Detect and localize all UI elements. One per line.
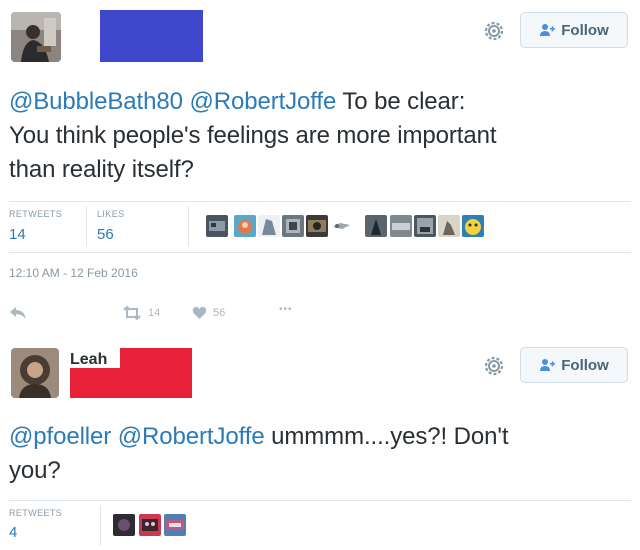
tweet-text-line: you?: [9, 457, 61, 484]
divider: [9, 252, 631, 253]
reply-icon: [10, 307, 26, 319]
mention-link[interactable]: @RobertJoffe: [118, 423, 265, 450]
liker-avatar[interactable]: [365, 215, 387, 237]
more-icon: •••: [279, 304, 293, 315]
likes-label: LIKES: [97, 209, 125, 219]
follow-button[interactable]: Follow: [520, 12, 628, 48]
redacted-name-block: [120, 348, 192, 368]
follow-person-icon: [540, 24, 556, 36]
follow-label: Follow: [561, 21, 609, 39]
mention-link[interactable]: @pfoeller: [9, 423, 111, 450]
tweet-text-line: You think people's feelings are more imp…: [9, 122, 497, 149]
liker-avatar[interactable]: [330, 215, 352, 237]
heart-icon: [192, 306, 207, 319]
gear-icon[interactable]: [481, 18, 507, 44]
likes-count[interactable]: 56: [97, 226, 114, 243]
avatar[interactable]: [11, 348, 59, 398]
retweet-count: 14: [148, 307, 161, 319]
liker-avatar[interactable]: [438, 215, 460, 237]
retweets-label: RETWEETS: [9, 508, 63, 518]
retweet-icon: [123, 306, 141, 320]
liker-avatar[interactable]: [414, 215, 436, 237]
liker-avatar[interactable]: [462, 215, 484, 237]
liker-avatar[interactable]: [139, 514, 161, 536]
tweet-text-part: To be clear:: [342, 88, 466, 115]
divider: [9, 201, 631, 202]
user-name[interactable]: Leah: [70, 351, 107, 369]
divider: [9, 500, 631, 501]
retweets-label: RETWEETS: [9, 209, 63, 219]
retweets-count[interactable]: 4: [9, 524, 17, 541]
stat-separator: [100, 506, 101, 546]
follow-label: Follow: [561, 356, 609, 374]
redacted-name-block: [100, 10, 203, 62]
retweets-count[interactable]: 14: [9, 226, 26, 243]
reply-action[interactable]: [9, 306, 27, 320]
redacted-handle-block: [70, 368, 192, 398]
liker-avatar[interactable]: [258, 215, 280, 237]
mention-link[interactable]: @BubbleBath80: [9, 88, 183, 115]
liker-avatar[interactable]: [113, 514, 135, 536]
like-count: 56: [213, 307, 226, 319]
tweet-text-part: ummmm....yes?! Don't: [271, 423, 509, 450]
liker-avatar[interactable]: [282, 215, 304, 237]
tweet-text: @pfoeller @RobertJoffe ummmm....yes?! Do…: [9, 420, 509, 488]
liker-avatar[interactable]: [234, 215, 256, 237]
timestamp[interactable]: 12:10 AM - 12 Feb 2016: [9, 266, 138, 280]
mention-link[interactable]: @RobertJoffe: [189, 88, 336, 115]
liker-avatar[interactable]: [306, 215, 328, 237]
avatar[interactable]: [11, 12, 61, 62]
more-action[interactable]: •••: [279, 304, 293, 315]
retweet-action[interactable]: 14: [122, 306, 160, 320]
tweet-text-line: than reality itself?: [9, 156, 194, 183]
tweet-1: Follow @BubbleBath80 @RobertJoffe To be …: [0, 0, 640, 336]
stat-separator: [86, 206, 87, 246]
liker-avatar[interactable]: [206, 215, 228, 237]
follow-person-icon: [540, 359, 556, 371]
follow-button[interactable]: Follow: [520, 347, 628, 383]
liker-avatar[interactable]: [390, 215, 412, 237]
like-action[interactable]: 56: [192, 306, 225, 320]
tweet-text: @BubbleBath80 @RobertJoffe To be clear: …: [9, 85, 496, 187]
tweet-2: Leah Follow @pfoeller @RobertJoffe ummmm…: [0, 336, 640, 550]
stat-separator: [188, 206, 189, 246]
gear-icon[interactable]: [481, 353, 507, 379]
liker-avatar[interactable]: [164, 514, 186, 536]
